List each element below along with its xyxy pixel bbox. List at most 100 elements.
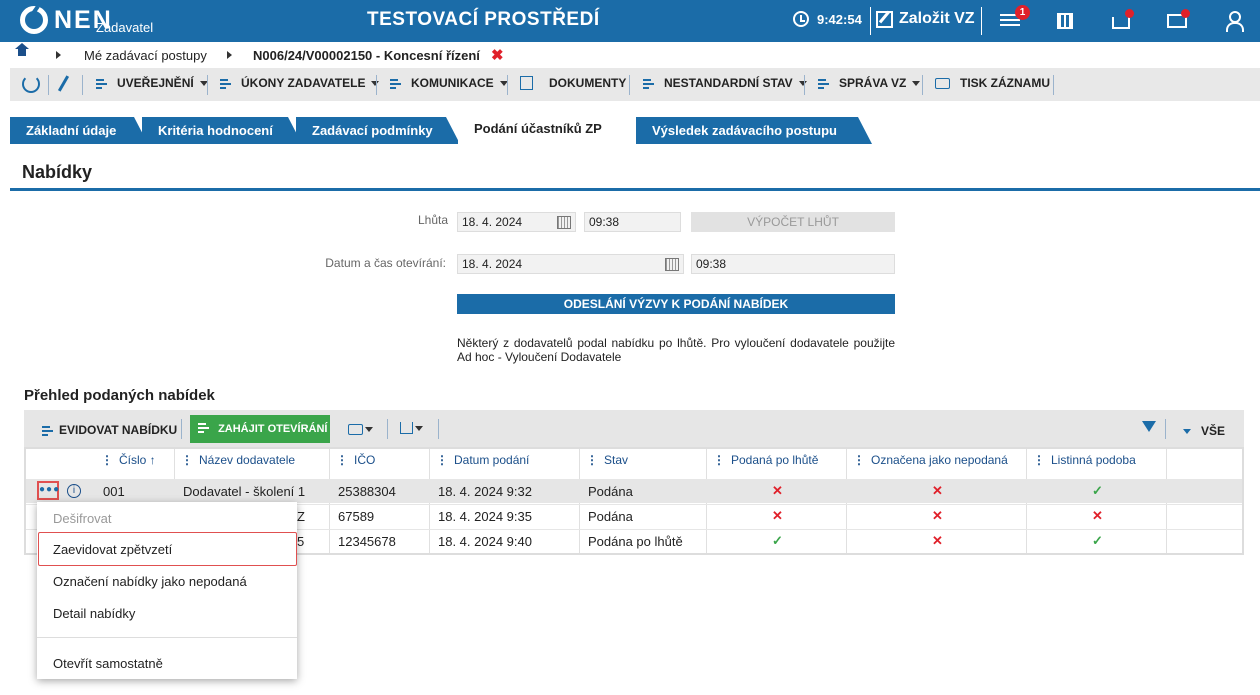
menu-item-otevrit-samostatne[interactable]: Otevřít samostatně xyxy=(53,656,163,671)
home-icon[interactable] xyxy=(15,43,29,60)
filter-all-label: VŠE xyxy=(1201,424,1226,438)
grid-toolbar-divider xyxy=(387,419,388,439)
logo-ring-icon xyxy=(20,6,48,34)
cell-datum: 18. 4. 2024 9:40 xyxy=(438,534,532,549)
column-header-listinna[interactable]: ⋮ Listinná podoba xyxy=(1033,453,1136,467)
pencil-icon[interactable] xyxy=(57,75,70,92)
start-opening-button[interactable]: ZAHÁJIT OTEVÍRÁNÍ xyxy=(190,415,330,443)
create-vz-button[interactable]: Založit VZ xyxy=(876,10,975,28)
menu-item-desifrovat: Dešifrovat xyxy=(53,511,112,526)
column-header-label: Označena jako nepodaná xyxy=(871,453,1008,467)
offers-overview-title: Přehled podaných nabídek xyxy=(24,387,215,404)
tab-kriteria-hodnoceni[interactable]: Kritéria hodnocení xyxy=(142,117,302,144)
clock-icon xyxy=(793,11,809,27)
edit-icon xyxy=(876,10,893,28)
send-invitation-button[interactable]: ODESLÁNÍ VÝZVY K PODÁNÍ NABÍDEK xyxy=(457,294,895,314)
tab-zakladni-udaje[interactable]: Základní údaje xyxy=(10,117,148,144)
deadline-date-value: 18. 4. 2024 xyxy=(462,215,523,229)
cell-cislo: 001 xyxy=(103,484,125,499)
refresh-icon[interactable] xyxy=(22,75,40,93)
column-header-label: Podaná po lhůtě xyxy=(731,453,819,467)
toolbar-divider xyxy=(804,75,805,95)
info-icon[interactable]: i xyxy=(67,484,81,498)
column-header-stav[interactable]: ⋮ Stav xyxy=(586,453,628,467)
inbox-alert-dot xyxy=(1125,9,1134,18)
grid-toolbar-divider xyxy=(1165,419,1166,439)
deadline-time-field[interactable]: 09:38 xyxy=(584,212,681,232)
cross-icon: ✕ xyxy=(772,508,783,523)
inbox-icon[interactable] xyxy=(1112,17,1130,29)
toolbar-dokumenty-label: DOKUMENTY xyxy=(549,76,627,90)
menu-item-detail-nabidky[interactable]: Detail nabídky xyxy=(53,606,135,621)
row-context-menu: Dešifrovat Zaevidovat zpětvzetí Označení… xyxy=(37,502,297,679)
column-header-label: Stav xyxy=(604,453,629,467)
print-dropdown-button[interactable] xyxy=(348,424,373,435)
calc-deadlines-button[interactable]: VÝPOČET LHŮT xyxy=(691,212,895,232)
breadcrumb-current-procedure[interactable]: N006/24/V00002150 - Koncesní řízení xyxy=(253,48,480,63)
toolbar-nestandardni-label: NESTANDARDNÍ STAV xyxy=(664,76,793,90)
deadline-date-field[interactable]: 18. 4. 2024 xyxy=(457,212,576,232)
page-title: Nabídky xyxy=(22,162,93,182)
toolbar-uverejneni-label: UVEŘEJNĚNÍ xyxy=(117,76,194,90)
opening-time-field[interactable]: 09:38 xyxy=(691,254,895,274)
register-offer-label: EVIDOVAT NABÍDKU xyxy=(59,423,178,437)
calendar-icon[interactable] xyxy=(557,216,571,229)
calendar-icon[interactable] xyxy=(665,258,679,271)
column-header-ico[interactable]: ⋮ IČO xyxy=(336,453,375,467)
menu-divider xyxy=(37,637,297,638)
toolbar-divider xyxy=(207,75,208,95)
deadline-label: Lhůta xyxy=(417,213,448,227)
tab-podani-ucastniku[interactable]: Podání účastníků ZP xyxy=(458,112,642,144)
clock-time: 9:42:54 xyxy=(817,11,862,27)
column-header-nepodana[interactable]: ⋮ Označena jako nepodaná xyxy=(853,453,1008,467)
cross-icon: ✕ xyxy=(932,483,943,498)
breadcrumb-my-procedures[interactable]: Mé zadávací postupy xyxy=(84,48,207,63)
title-underline xyxy=(10,188,1260,191)
column-header-po-lhute[interactable]: ⋮ Podaná po lhůtě xyxy=(713,453,818,467)
tab-zadavaci-podminky[interactable]: Zadávací podmínky xyxy=(296,117,460,144)
list-icon xyxy=(390,78,403,89)
logo-subtitle: Zadavatel xyxy=(96,20,154,35)
toolbar-divider xyxy=(629,75,630,95)
list-icon xyxy=(42,425,55,436)
cell-ico: 25388304 xyxy=(338,484,396,499)
cell-stav: Podána xyxy=(588,509,633,524)
header-divider xyxy=(870,7,871,35)
column-header-nazev[interactable]: ⋮ Název dodavatele xyxy=(181,453,295,467)
list-icon xyxy=(643,78,656,89)
cross-icon: ✕ xyxy=(932,533,943,548)
column-header-datum[interactable]: ⋮ Datum podání xyxy=(436,453,529,467)
filter-all-dropdown[interactable]: VŠE xyxy=(1181,424,1225,438)
tab-vysledek-postupu[interactable]: Výsledek zadávacího postupu xyxy=(636,117,872,144)
toolbar-komunikace[interactable]: KOMUNIKACE xyxy=(390,76,508,90)
menu-item-oznaceni-nepodana[interactable]: Označení nabídky jako nepodaná xyxy=(53,574,247,589)
mail-alert-dot xyxy=(1181,9,1190,18)
chevron-down-icon xyxy=(912,80,921,86)
toolbar-sprava-vz[interactable]: SPRÁVA VZ xyxy=(818,76,921,90)
chevron-down-icon xyxy=(415,425,423,431)
user-icon[interactable] xyxy=(1226,11,1244,32)
cell-datum: 18. 4. 2024 9:32 xyxy=(438,484,532,499)
menu-item-zaevidovat-zpetvzeti[interactable]: Zaevidovat zpětvzetí xyxy=(53,542,172,557)
toolbar-ukony-label: ÚKONY ZADAVATELE xyxy=(241,76,366,90)
opening-date-field[interactable]: 18. 4. 2024 xyxy=(457,254,684,274)
close-icon[interactable]: ✖ xyxy=(491,46,504,64)
cell-ico: 67589 xyxy=(338,509,375,524)
toolbar-ukony-zadavatele[interactable]: ÚKONY ZADAVATELE xyxy=(220,76,380,90)
chevron-down-icon xyxy=(1183,428,1191,434)
register-offer-button[interactable]: EVIDOVAT NABÍDKU xyxy=(42,423,177,437)
check-icon: ✓ xyxy=(1092,483,1103,498)
cell-nazev: 5 xyxy=(297,534,305,549)
export-dropdown-button[interactable] xyxy=(400,422,423,434)
row-actions-button[interactable]: ●●● xyxy=(37,481,59,500)
filter-icon[interactable] xyxy=(1142,421,1156,432)
calculator-icon[interactable] xyxy=(1057,13,1073,29)
column-header-cislo[interactable]: ⋮ Číslo ↑ xyxy=(101,453,156,467)
chevron-down-icon xyxy=(365,427,373,432)
toolbar-dokumenty[interactable]: DOKUMENTY xyxy=(520,76,626,90)
cell-datum: 18. 4. 2024 9:35 xyxy=(438,509,532,524)
toolbar-nestandardni-stav[interactable]: NESTANDARDNÍ STAV xyxy=(643,76,807,90)
toolbar-divider xyxy=(48,75,49,95)
toolbar-uverejneni[interactable]: UVEŘEJNĚNÍ xyxy=(96,76,208,90)
toolbar-tisk-zaznamu[interactable]: TISK ZÁZNAMU xyxy=(935,76,1050,90)
